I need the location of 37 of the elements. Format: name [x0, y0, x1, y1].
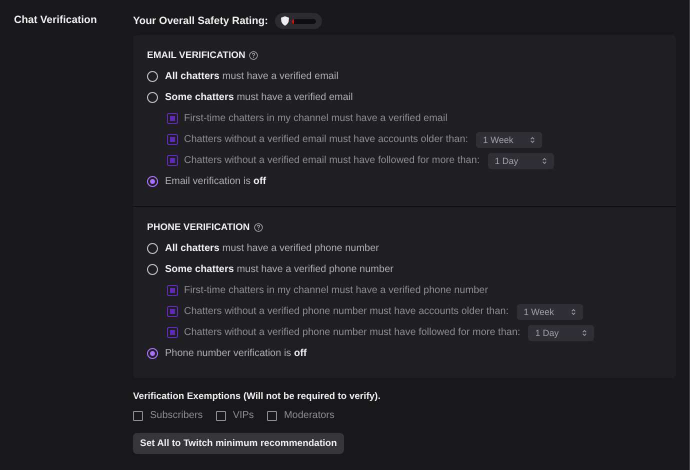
option-label: Some chatters must have a verified phone number: [165, 264, 394, 275]
radio-button[interactable]: [147, 92, 158, 103]
group-title: PHONE VERIFICATION: [147, 222, 250, 232]
option-label: Chatters without a verified phone number must have accounts older than:: [184, 306, 509, 317]
recommendation-button[interactable]: Set All to Twitch minimum recommendation: [133, 433, 344, 454]
option-label: Chatters without a verified email must have accounts older than:: [184, 134, 468, 145]
checkbox[interactable]: [133, 410, 143, 420]
option-label: All chatters must have a verified email: [165, 71, 338, 82]
exemptions-title: Verification Exemptions (Will not be required to verify).: [133, 391, 382, 402]
radio-button[interactable]: [147, 71, 158, 82]
option-label: First-time chatters in my channel must have a verified phone number: [184, 285, 488, 296]
checkbox[interactable]: [266, 410, 277, 420]
option-label: Email verification is off: [165, 176, 266, 187]
radio-button[interactable]: [147, 264, 158, 275]
checkbox-label: Subscribers: [150, 410, 203, 421]
radio-button[interactable]: [147, 348, 158, 359]
checkbox[interactable]: [216, 410, 226, 420]
checkbox-label: Moderators: [284, 410, 335, 421]
radio-button[interactable]: [147, 176, 158, 187]
help-icon[interactable]: [254, 222, 263, 232]
option-label: First-time chatters in my channel must have a verified email: [184, 113, 448, 124]
safety-rating-label: Your Overall Safety Rating:: [133, 15, 268, 27]
shield-icon: [281, 16, 290, 26]
chevron-icon: [570, 308, 576, 316]
checkbox-label: VIPs: [232, 410, 254, 421]
option-label: Chatters without a verified email must have followed for more than:: [184, 155, 480, 166]
chevron-icon: [582, 328, 588, 336]
chevron-icon: [542, 156, 547, 164]
group-title: EMAIL VERIFICATION: [147, 50, 246, 60]
option-label: Some chatters must have a verified email: [165, 92, 353, 103]
option-label: All chatters must have a verified phone number: [165, 243, 380, 254]
section-label: Chat Verification: [14, 14, 97, 26]
help-icon[interactable]: [249, 50, 258, 60]
radio-button[interactable]: [147, 243, 158, 254]
option-label: Chatters without a verified phone number must have followed for more than:: [184, 327, 520, 338]
chevron-icon: [530, 136, 536, 144]
option-label: Phone number verification is off: [165, 348, 307, 359]
